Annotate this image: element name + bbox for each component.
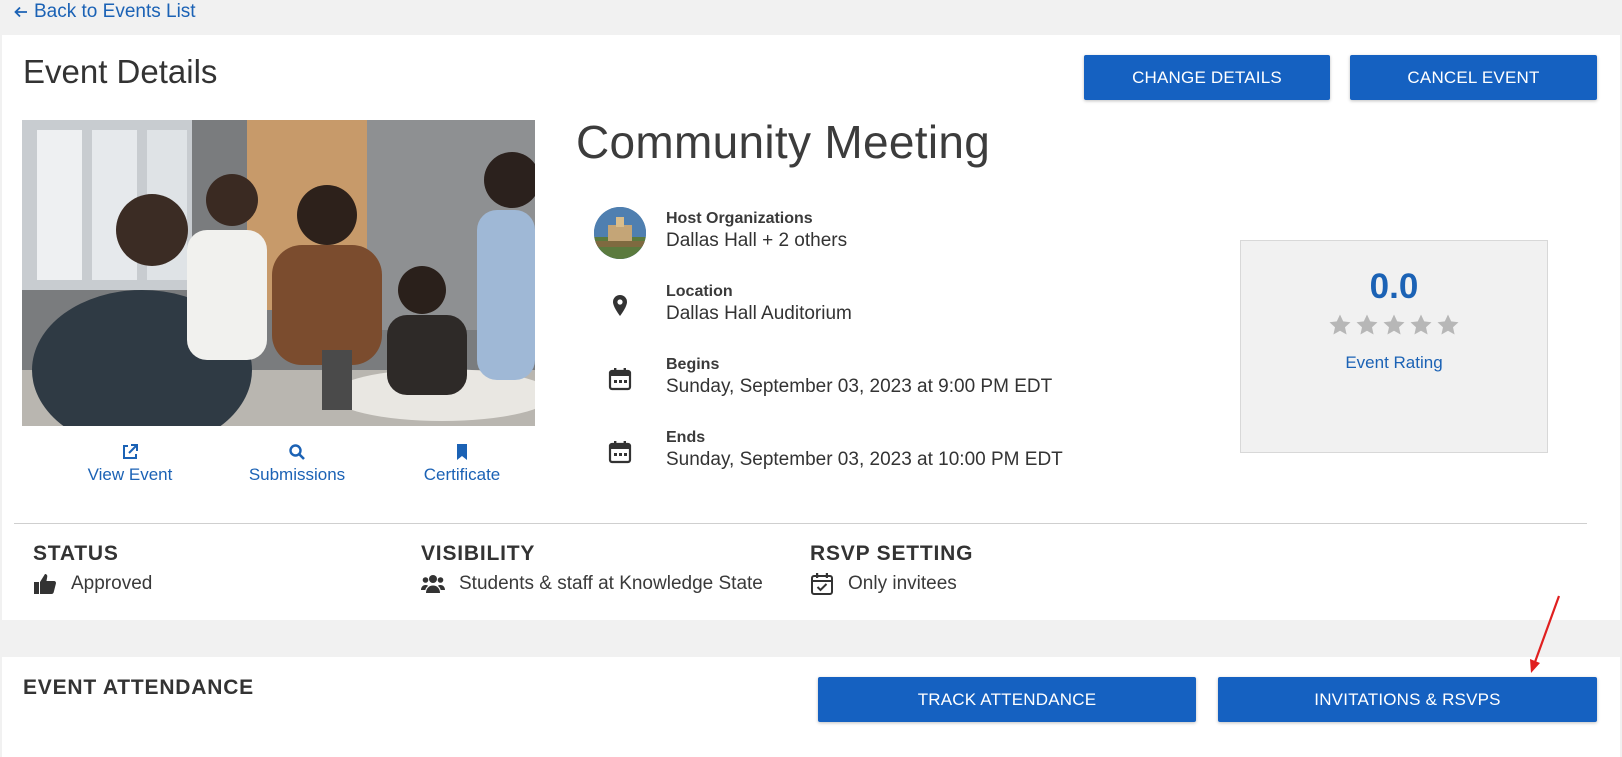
rating-value: 0.0	[1369, 267, 1419, 306]
submissions-link[interactable]: Submissions	[232, 443, 362, 485]
bookmark-icon	[457, 444, 467, 460]
host-avatar[interactable]	[594, 207, 646, 259]
visibility-block: VISIBILITY Students & staff at Knowledge…	[421, 542, 763, 596]
change-details-button[interactable]: CHANGE DETAILS	[1084, 55, 1330, 100]
star-icon	[1437, 314, 1459, 335]
invitations-rsvps-button[interactable]: INVITATIONS & RSVPS	[1218, 677, 1597, 722]
rsvp-setting-block: RSVP SETTING Only invitees	[810, 542, 973, 596]
view-event-link[interactable]: View Event	[70, 443, 190, 485]
photo-actions: View Event Submissions Certificate	[22, 443, 535, 493]
status-value: Approved	[71, 573, 153, 594]
star-icon	[1410, 314, 1432, 335]
location-value: Dallas Hall Auditorium	[666, 303, 852, 324]
back-link-label: Back to Events List	[34, 1, 196, 22]
map-pin-icon	[594, 280, 646, 332]
view-event-label: View Event	[87, 465, 173, 484]
arrow-left-icon	[14, 6, 27, 18]
event-name: Community Meeting	[576, 116, 991, 168]
star-icon	[1383, 314, 1405, 335]
location-label: Location	[666, 283, 733, 300]
begins-row: Begins Sunday, September 03, 2023 at 9:0…	[594, 353, 1052, 405]
external-link-icon	[123, 444, 138, 459]
event-photo	[22, 120, 535, 426]
star-icon	[1329, 314, 1351, 335]
begins-value: Sunday, September 03, 2023 at 9:00 PM ED…	[666, 376, 1053, 397]
event-attendance-card: EVENT ATTENDANCE TRACK ATTENDANCE INVITA…	[2, 657, 1620, 757]
attendance-title: EVENT ATTENDANCE	[23, 676, 254, 699]
star-icon	[1356, 314, 1378, 335]
thumbs-up-icon	[34, 574, 56, 594]
cancel-event-button[interactable]: CANCEL EVENT	[1350, 55, 1597, 100]
certificate-label: Certificate	[423, 465, 501, 484]
rating-stars	[1328, 313, 1460, 337]
track-attendance-button[interactable]: TRACK ATTENDANCE	[818, 677, 1196, 722]
event-rating-box: 0.0 Event Rating	[1240, 240, 1548, 453]
host-label: Host Organizations	[666, 210, 813, 227]
submissions-label: Submissions	[248, 465, 346, 484]
event-rating-link[interactable]: Event Rating	[1345, 353, 1442, 373]
host-value[interactable]: Dallas Hall + 2 others	[666, 230, 847, 252]
event-details-card: Event Details CHANGE DETAILS CANCEL EVEN…	[2, 35, 1620, 620]
status-title: STATUS	[33, 542, 119, 565]
page-title: Event Details	[23, 53, 218, 90]
ends-row: Ends Sunday, September 03, 2023 at 10:00…	[594, 426, 1063, 478]
rsvp-value: Only invitees	[848, 573, 957, 594]
begins-label: Begins	[666, 356, 720, 373]
calendar-icon	[594, 426, 646, 478]
calendar-check-icon	[811, 573, 833, 595]
visibility-title: VISIBILITY	[421, 542, 536, 565]
location-row: Location Dallas Hall Auditorium	[594, 280, 852, 332]
search-icon	[289, 444, 305, 460]
users-icon	[421, 575, 445, 593]
back-to-events-link[interactable]: Back to Events List	[14, 1, 196, 23]
rsvp-title: RSVP SETTING	[810, 542, 974, 565]
host-organizations-row: Host Organizations Dallas Hall + 2 other…	[594, 207, 847, 259]
status-block: STATUS Approved	[33, 542, 152, 596]
visibility-value: Students & staff at Knowledge State	[459, 573, 763, 594]
certificate-link[interactable]: Certificate	[402, 443, 522, 485]
calendar-icon	[594, 353, 646, 405]
ends-value: Sunday, September 03, 2023 at 10:00 PM E…	[666, 449, 1063, 470]
section-divider	[14, 523, 1587, 524]
ends-label: Ends	[666, 429, 706, 446]
